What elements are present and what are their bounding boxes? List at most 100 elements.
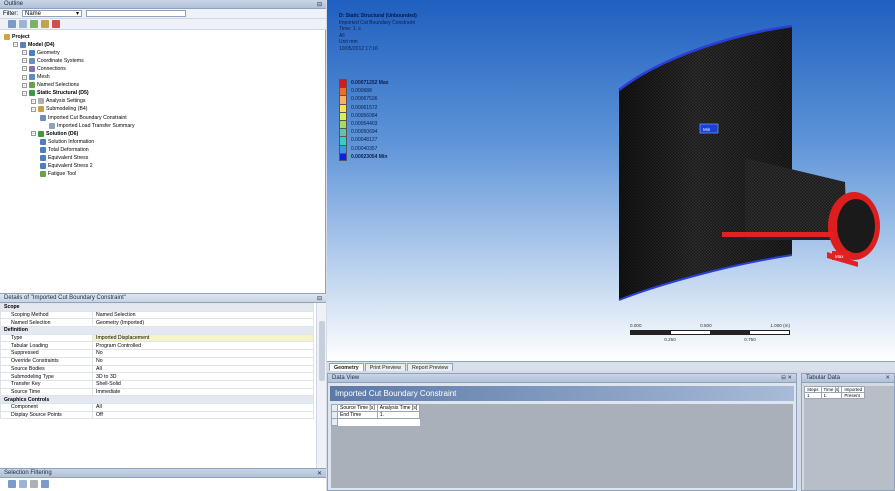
tree-node[interactable]: − Static Structural (D5) — [22, 90, 89, 97]
details-value[interactable]: All — [92, 402, 314, 412]
details-value[interactable]: Named Selection — [92, 310, 314, 320]
details-group-row[interactable]: Graphics Controls — [0, 395, 314, 404]
expand-toggle-icon[interactable]: − — [22, 58, 27, 64]
graphics-viewport[interactable]: D: Static Structural (Unbounded) Imported… — [327, 0, 895, 361]
expand-toggle-icon[interactable]: − — [13, 42, 18, 48]
details-group-row[interactable]: Scope — [0, 303, 314, 312]
tree-node[interactable]: Equivalent Stress 2 — [40, 163, 93, 170]
tree-node[interactable]: − Connections — [22, 65, 66, 72]
panel-controls[interactable]: ✕ — [885, 375, 890, 381]
tabular-column-header[interactable]: Imported — [841, 386, 866, 393]
data-view-new-row[interactable] — [331, 418, 420, 426]
details-row[interactable]: Display Source Points Off — [0, 410, 314, 420]
details-value[interactable]: Imported Displacement — [92, 333, 314, 343]
tab-report-preview[interactable]: Report Preview — [406, 363, 454, 371]
details-value[interactable]: No — [92, 349, 314, 358]
tree-node-label: Imported Cut Boundary Constraint — [48, 114, 127, 121]
details-label: Scoping Method — [0, 310, 93, 320]
select-icon[interactable] — [8, 480, 16, 488]
details-row[interactable]: Type Imported Displacement — [0, 333, 314, 343]
expand-toggle-icon[interactable]: − — [22, 82, 27, 88]
scale-tick-4: 0.750 — [744, 337, 756, 342]
tree-node[interactable]: − Geometry — [22, 49, 60, 56]
tree-node[interactable]: Solution Information — [40, 138, 94, 145]
details-value[interactable]: 3D to 3D — [92, 372, 314, 381]
tree-node[interactable]: Total Deformation — [40, 146, 89, 153]
tree-node[interactable]: Fatigue Tool — [40, 171, 76, 178]
select-edge-icon[interactable] — [30, 480, 38, 488]
details-value[interactable]: Geometry (Imported) — [92, 318, 314, 328]
expand-toggle-icon[interactable]: − — [31, 106, 36, 112]
details-value[interactable]: Shell-Solid — [92, 379, 314, 389]
details-value[interactable]: All — [92, 364, 314, 374]
data-view-row[interactable]: End Time 1. — [331, 411, 421, 419]
tab-geometry[interactable]: Geometry — [329, 363, 364, 371]
details-title-bar: Details of "Imported Cut Boundary Constr… — [0, 294, 326, 303]
details-row[interactable]: Suppressed No — [0, 349, 314, 358]
filter-search-input[interactable] — [86, 10, 186, 17]
data-view-cell[interactable]: End Time — [337, 411, 378, 419]
tabular-cell[interactable]: 1 — [804, 392, 822, 399]
details-value[interactable]: No — [92, 356, 314, 366]
details-value[interactable]: Program Controlled — [92, 341, 314, 351]
expand-toggle-icon[interactable]: − — [22, 90, 27, 96]
tabular-cell[interactable]: Present — [841, 392, 866, 399]
expand-toggle-icon[interactable]: − — [22, 74, 27, 80]
tree-node[interactable]: Imported Load Transfer Summary — [49, 122, 135, 129]
details-row[interactable]: Scoping Method Named Selection — [0, 310, 314, 320]
tree-node[interactable]: Project — [4, 33, 30, 40]
details-row[interactable]: Transfer Key Shell-Solid — [0, 379, 314, 389]
expand-icon[interactable] — [19, 20, 27, 28]
tree-node[interactable]: − Solution (D6) — [31, 130, 78, 137]
close-icon[interactable]: ✕ — [317, 470, 322, 477]
tree-node[interactable]: − Mesh — [22, 74, 50, 81]
panel-controls[interactable]: ⊟ ✕ — [781, 375, 792, 381]
tree-node[interactable]: Equivalent Stress — [40, 155, 88, 162]
tabular-column-header[interactable]: Time [s] — [820, 386, 843, 393]
tree-node[interactable]: − Model (D4) — [13, 41, 55, 48]
details-row[interactable]: Named Selection Geometry (Imported) — [0, 318, 314, 328]
details-row[interactable]: Component All — [0, 402, 314, 412]
tree-node[interactable]: − Submodeling (B4) — [31, 106, 88, 113]
tree-node-label: Geometry — [37, 49, 60, 56]
pin-icon[interactable]: ⊟ — [317, 1, 322, 8]
pin-icon[interactable]: ⊟ — [317, 295, 322, 302]
column-header[interactable]: Source Time [s] — [337, 404, 378, 412]
details-scrollbar[interactable] — [316, 303, 326, 469]
column-header[interactable]: Analysis Time [s] — [376, 404, 421, 412]
expand-toggle-icon[interactable]: − — [22, 66, 27, 72]
tree-node[interactable]: − Coordinate Systems — [22, 57, 84, 64]
tabular-cell[interactable]: 1. — [820, 392, 843, 399]
details-value[interactable]: Off — [92, 410, 314, 420]
tree-node[interactable]: − Named Selections — [22, 82, 79, 89]
tabular-title: Tabular Data — [806, 375, 841, 381]
scroll-thumb[interactable] — [319, 321, 325, 381]
details-group-row[interactable]: Definition — [0, 326, 314, 335]
details-row[interactable]: Tabular Loading Program Controlled — [0, 341, 314, 351]
details-row[interactable]: Submodeling Type 3D to 3D — [0, 372, 314, 381]
details-row[interactable]: Override Constraints No — [0, 356, 314, 366]
delete-icon[interactable] — [52, 20, 60, 28]
expand-toggle-icon[interactable]: − — [31, 131, 36, 137]
tabular-column-header[interactable]: Steps — [804, 386, 822, 393]
details-panel: Details of "Imported Cut Boundary Constr… — [0, 293, 326, 469]
collapse-icon[interactable] — [8, 20, 16, 28]
details-row[interactable]: Source Bodies All — [0, 364, 314, 374]
details-value[interactable]: Immediate — [92, 387, 314, 397]
filter-select[interactable]: Name ▾ — [22, 10, 82, 17]
expand-toggle-icon[interactable]: − — [31, 98, 36, 104]
tree-node-label: Total Deformation — [48, 146, 89, 153]
scale-tick-3: 0.250 — [664, 337, 676, 342]
suppress-icon[interactable] — [41, 20, 49, 28]
details-row[interactable]: Source Time Immediate — [0, 387, 314, 397]
tree-filter-icon[interactable] — [30, 20, 38, 28]
tree-node[interactable]: − Analysis Settings — [31, 98, 86, 105]
expand-toggle-icon[interactable]: − — [22, 50, 27, 56]
select-vertex-icon[interactable] — [41, 480, 49, 488]
select-face-icon[interactable] — [19, 480, 27, 488]
selection-filtering-panel: Selection Filtering ✕ — [0, 468, 326, 491]
tabular-row[interactable]: 1 1. Present — [804, 392, 866, 399]
tab-print-preview[interactable]: Print Preview — [364, 363, 406, 371]
data-view-cell[interactable]: 1. — [376, 411, 421, 419]
tree-node[interactable]: Imported Cut Boundary Constraint — [40, 114, 127, 121]
